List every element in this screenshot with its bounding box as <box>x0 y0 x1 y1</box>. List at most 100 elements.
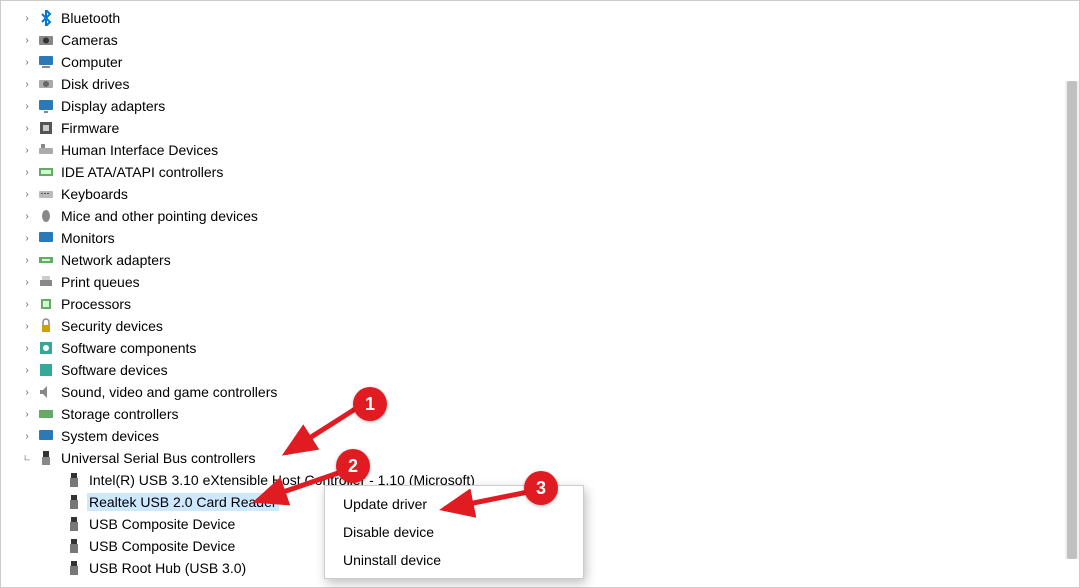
tree-item-ide[interactable]: › IDE ATA/ATAPI controllers <box>21 161 1079 183</box>
storage-icon <box>37 405 55 423</box>
usb-device-icon <box>65 559 83 577</box>
sound-icon <box>37 383 55 401</box>
tree-item-label: Software devices <box>59 361 170 379</box>
menu-item-label: Update driver <box>343 496 427 512</box>
tree-item-label: Processors <box>59 295 133 313</box>
tree-item-label: Software components <box>59 339 198 357</box>
tree-item-computer[interactable]: › Computer <box>21 51 1079 73</box>
menu-disable-device[interactable]: Disable device <box>325 518 583 546</box>
usb-device-icon <box>65 471 83 489</box>
chevron-right-icon[interactable]: › <box>21 122 33 134</box>
tree-item-label: Human Interface Devices <box>59 141 220 159</box>
tree-item-mice[interactable]: › Mice and other pointing devices <box>21 205 1079 227</box>
chevron-right-icon[interactable]: › <box>21 320 33 332</box>
keyboard-icon <box>37 185 55 203</box>
usb-device-icon <box>65 493 83 511</box>
tree-item-hid[interactable]: › Human Interface Devices <box>21 139 1079 161</box>
usb-device-icon <box>65 515 83 533</box>
callout-2: 2 <box>336 449 370 483</box>
printer-icon <box>37 273 55 291</box>
tree-item-system[interactable]: › System devices <box>21 425 1079 447</box>
component-icon <box>37 339 55 357</box>
hid-icon <box>37 141 55 159</box>
display-icon <box>37 97 55 115</box>
chevron-right-icon[interactable]: › <box>21 188 33 200</box>
mouse-icon <box>37 207 55 225</box>
chevron-right-icon[interactable]: › <box>21 166 33 178</box>
firmware-icon <box>37 119 55 137</box>
tree-item-software-components[interactable]: › Software components <box>21 337 1079 359</box>
menu-uninstall-device[interactable]: Uninstall device <box>325 546 583 574</box>
tree-item-label: USB Composite Device <box>87 537 237 555</box>
chevron-right-icon[interactable]: › <box>21 298 33 310</box>
tree-item-label: Display adapters <box>59 97 167 115</box>
tree-item-print[interactable]: › Print queues <box>21 271 1079 293</box>
tree-item-label: Monitors <box>59 229 117 247</box>
usb-device-icon <box>65 537 83 555</box>
security-icon <box>37 317 55 335</box>
chevron-right-icon[interactable]: › <box>21 430 33 442</box>
tree-item-label: Storage controllers <box>59 405 181 423</box>
tree-item-usb-controllers[interactable]: ⌵ Universal Serial Bus controllers <box>21 447 1079 469</box>
bluetooth-icon <box>37 9 55 27</box>
tree-item-label: USB Composite Device <box>87 515 237 533</box>
chevron-right-icon[interactable]: › <box>21 56 33 68</box>
tree-item-label: Network adapters <box>59 251 173 269</box>
chevron-right-icon[interactable]: › <box>21 254 33 266</box>
tree-item-label: USB Root Hub (USB 3.0) <box>87 559 248 577</box>
tree-item-label: Cameras <box>59 31 120 49</box>
computer-icon <box>37 53 55 71</box>
tree-item-label: Universal Serial Bus controllers <box>59 449 258 467</box>
tree-item-label: Computer <box>59 53 124 71</box>
tree-item-monitors[interactable]: › Monitors <box>21 227 1079 249</box>
vertical-scrollbar[interactable] <box>1065 81 1079 559</box>
softdev-icon <box>37 361 55 379</box>
tree-item-network[interactable]: › Network adapters <box>21 249 1079 271</box>
tree-item-security[interactable]: › Security devices <box>21 315 1079 337</box>
tree-item-label: Disk drives <box>59 75 131 93</box>
tree-item-display-adapters[interactable]: › Display adapters <box>21 95 1079 117</box>
system-icon <box>37 427 55 445</box>
chevron-right-icon[interactable]: › <box>21 210 33 222</box>
tree-item-disk-drives[interactable]: › Disk drives <box>21 73 1079 95</box>
tree-item-label: System devices <box>59 427 161 445</box>
chevron-right-icon[interactable]: › <box>21 12 33 24</box>
tree-item-label: Keyboards <box>59 185 130 203</box>
tree-item-software-devices[interactable]: › Software devices <box>21 359 1079 381</box>
chevron-right-icon[interactable]: › <box>21 386 33 398</box>
chevron-right-icon[interactable]: › <box>21 276 33 288</box>
tree-item-label: IDE ATA/ATAPI controllers <box>59 163 225 181</box>
tree-item-processors[interactable]: › Processors <box>21 293 1079 315</box>
scrollbar-thumb[interactable] <box>1067 81 1077 559</box>
chevron-right-icon[interactable]: › <box>21 144 33 156</box>
tree-item-label: Sound, video and game controllers <box>59 383 279 401</box>
tree-item-sound[interactable]: › Sound, video and game controllers <box>21 381 1079 403</box>
tree-item-label: Mice and other pointing devices <box>59 207 260 225</box>
usb-icon <box>37 449 55 467</box>
tree-item-label: Realtek USB 2.0 Card Reader <box>87 493 279 511</box>
ide-icon <box>37 163 55 181</box>
tree-item-label: Bluetooth <box>59 9 122 27</box>
camera-icon <box>37 31 55 49</box>
chevron-right-icon[interactable]: › <box>21 232 33 244</box>
chevron-right-icon[interactable]: › <box>21 364 33 376</box>
menu-item-label: Disable device <box>343 524 434 540</box>
chevron-right-icon[interactable]: › <box>21 100 33 112</box>
tree-item-label: Print queues <box>59 273 142 291</box>
callout-1: 1 <box>353 387 387 421</box>
chevron-right-icon[interactable]: › <box>21 408 33 420</box>
chevron-right-icon[interactable]: › <box>21 342 33 354</box>
disk-icon <box>37 75 55 93</box>
chevron-right-icon[interactable]: › <box>21 78 33 90</box>
chevron-right-icon[interactable]: › <box>21 34 33 46</box>
chevron-down-icon[interactable]: ⌵ <box>19 450 36 467</box>
tree-item-cameras[interactable]: › Cameras <box>21 29 1079 51</box>
tree-item-bluetooth[interactable]: › Bluetooth <box>21 7 1079 29</box>
cpu-icon <box>37 295 55 313</box>
tree-item-storage[interactable]: › Storage controllers <box>21 403 1079 425</box>
tree-item-label: Security devices <box>59 317 165 335</box>
network-icon <box>37 251 55 269</box>
tree-item-keyboards[interactable]: › Keyboards <box>21 183 1079 205</box>
tree-item-firmware[interactable]: › Firmware <box>21 117 1079 139</box>
monitor-icon <box>37 229 55 247</box>
